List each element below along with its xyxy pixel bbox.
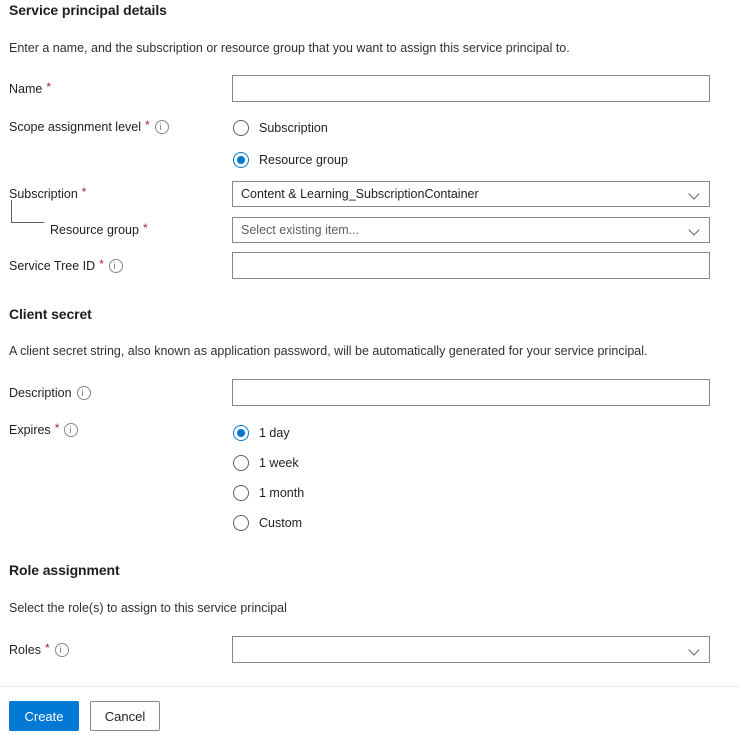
resource-group-dropdown[interactable]: Select existing item... xyxy=(232,217,710,243)
service-tree-id-label-text: Service Tree ID xyxy=(9,258,95,274)
info-icon xyxy=(55,643,69,657)
scope-radio-subscription-label: Subscription xyxy=(259,121,328,135)
resource-group-label: Resource group * xyxy=(50,222,148,238)
role-assignment-description: Select the role(s) to assign to this ser… xyxy=(9,601,287,615)
expires-radio-1-week-label: 1 week xyxy=(259,456,299,470)
roles-label: Roles * xyxy=(9,642,69,658)
role-assignment-heading: Role assignment xyxy=(9,562,120,578)
expires-label: Expires * xyxy=(9,422,78,438)
expires-radio-custom[interactable]: Custom xyxy=(233,515,302,531)
roles-dropdown[interactable] xyxy=(232,636,710,663)
expires-label-text: Expires xyxy=(9,422,51,438)
cancel-button[interactable]: Cancel xyxy=(90,701,160,731)
client-secret-description: A client secret string, also known as ap… xyxy=(9,344,648,358)
required-asterisk: * xyxy=(45,643,50,653)
resource-group-label-text: Resource group xyxy=(50,222,139,238)
radio-mark-icon xyxy=(233,152,249,168)
resource-group-dropdown-value: Select existing item... xyxy=(241,223,683,237)
required-asterisk: * xyxy=(145,120,150,130)
service-principal-details-heading: Service principal details xyxy=(9,2,167,18)
subscription-dropdown-value: Content & Learning_SubscriptionContainer xyxy=(241,187,683,201)
service-principal-form-page: Service principal details Enter a name, … xyxy=(0,0,739,735)
service-principal-details-description: Enter a name, and the subscription or re… xyxy=(9,41,570,55)
subscription-dropdown[interactable]: Content & Learning_SubscriptionContainer xyxy=(232,181,710,207)
subscription-label: Subscription * xyxy=(9,186,86,202)
info-icon xyxy=(64,423,78,437)
info-icon xyxy=(109,259,123,273)
client-secret-heading: Client secret xyxy=(9,306,92,322)
chevron-down-icon xyxy=(689,188,701,200)
required-asterisk: * xyxy=(82,187,87,197)
create-button[interactable]: Create xyxy=(9,701,79,731)
radio-mark-icon xyxy=(233,120,249,136)
footer-divider xyxy=(0,686,739,687)
description-label: Description xyxy=(9,385,91,401)
radio-mark-icon xyxy=(233,455,249,471)
scope-assignment-level-label-text: Scope assignment level xyxy=(9,119,141,135)
roles-label-text: Roles xyxy=(9,642,41,658)
chevron-down-icon xyxy=(689,644,701,656)
service-tree-id-input[interactable] xyxy=(232,252,710,279)
scope-assignment-level-label: Scope assignment level * xyxy=(9,119,169,135)
name-input[interactable] xyxy=(232,75,710,102)
subscription-label-text: Subscription xyxy=(9,186,78,202)
service-tree-id-label: Service Tree ID * xyxy=(9,258,123,274)
chevron-down-icon xyxy=(689,224,701,236)
radio-mark-icon xyxy=(233,425,249,441)
radio-mark-icon xyxy=(233,485,249,501)
required-asterisk: * xyxy=(143,223,148,233)
description-input[interactable] xyxy=(232,379,710,406)
scope-radio-subscription[interactable]: Subscription xyxy=(233,120,328,136)
expires-radio-custom-label: Custom xyxy=(259,516,302,530)
tree-connector-line xyxy=(11,200,44,223)
description-label-text: Description xyxy=(9,385,72,401)
scope-radio-resource-group[interactable]: Resource group xyxy=(233,152,348,168)
expires-radio-1-week[interactable]: 1 week xyxy=(233,455,299,471)
expires-radio-1-month-label: 1 month xyxy=(259,486,304,500)
info-icon xyxy=(155,120,169,134)
info-icon xyxy=(77,386,91,400)
required-asterisk: * xyxy=(99,259,104,269)
expires-radio-1-month[interactable]: 1 month xyxy=(233,485,304,501)
scope-radio-resource-group-label: Resource group xyxy=(259,153,348,167)
radio-mark-icon xyxy=(233,515,249,531)
expires-radio-1-day-label: 1 day xyxy=(259,426,290,440)
name-label-text: Name xyxy=(9,81,42,97)
required-asterisk: * xyxy=(46,82,51,92)
required-asterisk: * xyxy=(55,423,60,433)
expires-radio-1-day[interactable]: 1 day xyxy=(233,425,290,441)
name-label: Name * xyxy=(9,81,51,97)
